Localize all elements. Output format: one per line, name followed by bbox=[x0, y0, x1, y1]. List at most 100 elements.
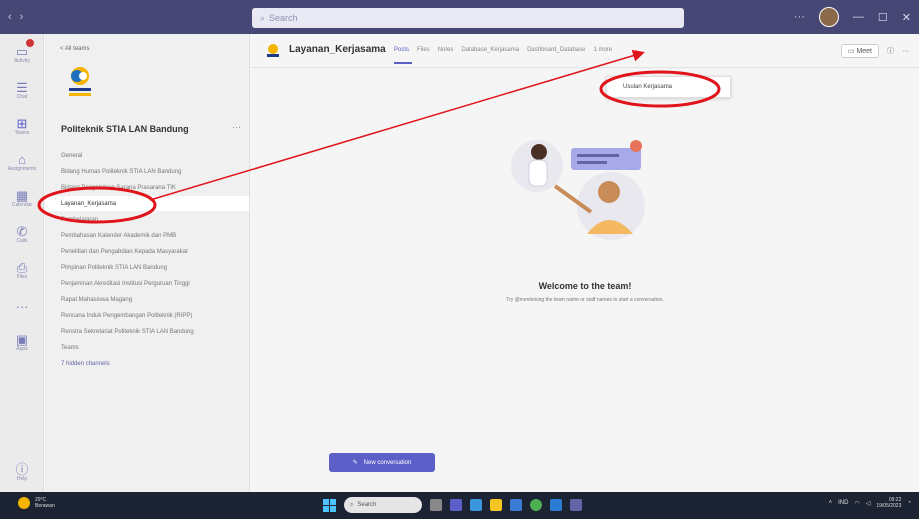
channel-logo-icon bbox=[267, 44, 279, 57]
rail-teams[interactable]: ⊞ Teams bbox=[0, 108, 44, 144]
rail-more[interactable]: ··· bbox=[0, 288, 44, 324]
search-placeholder: Search bbox=[269, 13, 298, 23]
weather-desc: Berawan bbox=[35, 503, 55, 509]
title-bar: ‹ › ⌕ Search ··· — ☐ ✕ bbox=[0, 0, 919, 34]
apps-icon: ▣ bbox=[15, 331, 29, 347]
more-icon: ··· bbox=[15, 298, 29, 314]
tab-database-kerjasama[interactable]: Database_Kerjasama bbox=[461, 47, 519, 53]
system-tray: ˄ IND ◠ ◁ 09:22 19/05/2023 ◔ bbox=[829, 497, 911, 509]
search-input[interactable]: ⌕ Search bbox=[252, 8, 684, 28]
lang-indicator[interactable]: IND bbox=[838, 500, 848, 506]
channel-header: Layanan_Kerjasama Posts Files Notes Data… bbox=[251, 34, 919, 68]
welcome-subtitle: Try @mentioning the team name or staff n… bbox=[506, 297, 664, 303]
tab-notes[interactable]: Notes bbox=[438, 47, 454, 53]
assignments-icon: ⌂ bbox=[18, 151, 26, 167]
channel-ripp[interactable]: Rencana Induk Pengembangan Politeknik (R… bbox=[61, 313, 192, 319]
task-view-icon[interactable] bbox=[430, 499, 442, 511]
search-icon: ⌕ bbox=[260, 12, 266, 23]
teams-chat-icon[interactable] bbox=[450, 499, 462, 511]
new-conversation-button[interactable]: ✎ New conversation bbox=[329, 453, 435, 472]
channel-pimpinan[interactable]: Pimpinan Politeknik STIA LAN Bandung bbox=[61, 265, 167, 271]
phone-icon: ✆ bbox=[16, 223, 28, 239]
meet-button[interactable]: ▭ Meet bbox=[840, 44, 879, 58]
channel-renstra[interactable]: Renstra Sekretariat Politeknik STIA LAN … bbox=[61, 329, 194, 335]
rail-apps[interactable]: ▣ Apps bbox=[0, 324, 44, 360]
header-actions: ▭ Meet ⓘ ··· bbox=[840, 44, 909, 58]
close-button[interactable]: ✕ bbox=[902, 11, 911, 24]
clock[interactable]: 09:22 19/05/2023 bbox=[876, 497, 901, 509]
maximize-button[interactable]: ☐ bbox=[878, 11, 888, 24]
teams-app-icon[interactable] bbox=[570, 499, 582, 511]
teams-icon: ⊞ bbox=[16, 115, 28, 131]
volume-icon[interactable]: ◁ bbox=[866, 500, 871, 507]
channel-teams[interactable]: Teams bbox=[61, 345, 79, 351]
channel-penelitian[interactable]: Penelitian dan Pengabdian Kepada Masyara… bbox=[61, 249, 188, 255]
wifi-icon[interactable]: ◠ bbox=[854, 500, 859, 507]
channel-layanan-kerjasama[interactable]: Layanan_Kerjasama bbox=[45, 196, 249, 211]
taskbar-search[interactable]: ⌕ Search bbox=[344, 497, 422, 513]
user-avatar[interactable] bbox=[818, 7, 839, 27]
minimize-button[interactable]: — bbox=[853, 11, 864, 23]
tab-more[interactable]: 1 more bbox=[593, 47, 612, 53]
tab-more-dropdown: Usulan Kerjasama bbox=[606, 76, 731, 98]
help-icon: ⓘ bbox=[15, 461, 29, 477]
tab-files[interactable]: Files bbox=[417, 47, 430, 53]
more-options-icon[interactable]: ··· bbox=[794, 11, 805, 23]
chat-icon: ☰ bbox=[16, 79, 28, 95]
channel-magang[interactable]: Rapat Mahasiswa Magang bbox=[61, 297, 132, 303]
window-controls: ··· — ☐ ✕ bbox=[794, 0, 911, 34]
rail-assignments[interactable]: ⌂ Assignments bbox=[0, 144, 44, 180]
weather-sun-icon bbox=[18, 497, 30, 509]
file-explorer-icon[interactable] bbox=[490, 499, 502, 511]
team-more-options-icon[interactable]: ··· bbox=[232, 122, 241, 132]
file-icon: ⎙ bbox=[16, 259, 28, 275]
tab-posts[interactable]: Posts bbox=[394, 47, 409, 53]
notification-icon[interactable]: ◔ bbox=[907, 500, 911, 506]
navigation-arrows: ‹ › bbox=[0, 11, 40, 23]
weather-widget[interactable]: 29°C Berawan bbox=[18, 497, 55, 509]
channel-general[interactable]: General bbox=[61, 153, 82, 159]
chrome-icon[interactable] bbox=[530, 499, 542, 511]
channel-akreditasi[interactable]: Penjaminan Akreditasi Institusi Pergurua… bbox=[61, 281, 190, 287]
rail-calendar[interactable]: ▦ Calendar bbox=[0, 180, 44, 216]
more-options-icon[interactable]: ··· bbox=[902, 48, 909, 55]
compose-icon: ✎ bbox=[352, 460, 358, 466]
teams-window: ‹ › ⌕ Search ··· — ☐ ✕ ▭ Activity ☰ Chat… bbox=[0, 0, 919, 519]
channel-pembelajaran[interactable]: Pembelajaran bbox=[61, 217, 98, 223]
word-icon[interactable] bbox=[550, 499, 562, 511]
tab-dashboard-database[interactable]: Dashboard_Database bbox=[527, 47, 585, 53]
forward-arrow-icon[interactable]: › bbox=[20, 11, 24, 23]
rail-activity[interactable]: ▭ Activity bbox=[0, 36, 44, 72]
calendar-icon: ▦ bbox=[15, 187, 29, 203]
channel-sarana-prasarana[interactable]: Bidang Pengelolaan Sarana Prasarana TIK bbox=[61, 185, 176, 191]
main-content: Layanan_Kerjasama Posts Files Notes Data… bbox=[251, 34, 919, 492]
team-logo bbox=[69, 67, 91, 96]
rail-files[interactable]: ⎙ Files bbox=[0, 252, 44, 288]
channel-kalender-akademik[interactable]: Pembahasan Kalender Akademik dan PMB bbox=[61, 233, 176, 239]
all-teams-link[interactable]: < All teams bbox=[60, 46, 90, 52]
channel-sidebar: < All teams Politeknik STIA LAN Bandung … bbox=[45, 34, 250, 492]
bell-icon: ▭ bbox=[15, 43, 29, 59]
channel-title: Layanan_Kerjasama bbox=[289, 44, 386, 55]
channel-bidang-humas[interactable]: Bidang Humas Politeknik STIA LAN Bandung bbox=[61, 169, 181, 175]
chevron-up-icon[interactable]: ˄ bbox=[829, 500, 833, 506]
team-name[interactable]: Politeknik STIA LAN Bandung bbox=[61, 124, 189, 134]
app-rail: ▭ Activity ☰ Chat ⊞ Teams ⌂ Assignments … bbox=[0, 34, 44, 492]
notification-badge bbox=[26, 39, 34, 47]
video-camera-icon: ▭ bbox=[847, 48, 855, 55]
rail-calls[interactable]: ✆ Calls bbox=[0, 216, 44, 252]
dropdown-item-usulan-kerjasama[interactable]: Usulan Kerjasama bbox=[623, 84, 672, 90]
back-arrow-icon[interactable]: ‹ bbox=[8, 11, 12, 23]
rail-help[interactable]: ⓘ Help bbox=[0, 454, 44, 490]
rail-chat[interactable]: ☰ Chat bbox=[0, 72, 44, 108]
info-icon[interactable]: ⓘ bbox=[887, 46, 894, 56]
search-icon: ⌕ bbox=[350, 501, 354, 508]
welcome-title: Welcome to the team! bbox=[538, 281, 632, 291]
edge-icon[interactable] bbox=[470, 499, 482, 511]
channel-tabs: Posts Files Notes Database_Kerjasama Das… bbox=[394, 47, 612, 53]
taskbar-apps: ⌕ Search bbox=[323, 497, 582, 513]
hidden-channels-link[interactable]: 7 hidden channels bbox=[61, 361, 110, 367]
windows-start-icon[interactable] bbox=[323, 498, 336, 512]
store-icon[interactable] bbox=[510, 499, 522, 511]
windows-taskbar: 29°C Berawan ⌕ Search ˄ IND ◠ ◁ 09:22 19… bbox=[0, 492, 919, 519]
